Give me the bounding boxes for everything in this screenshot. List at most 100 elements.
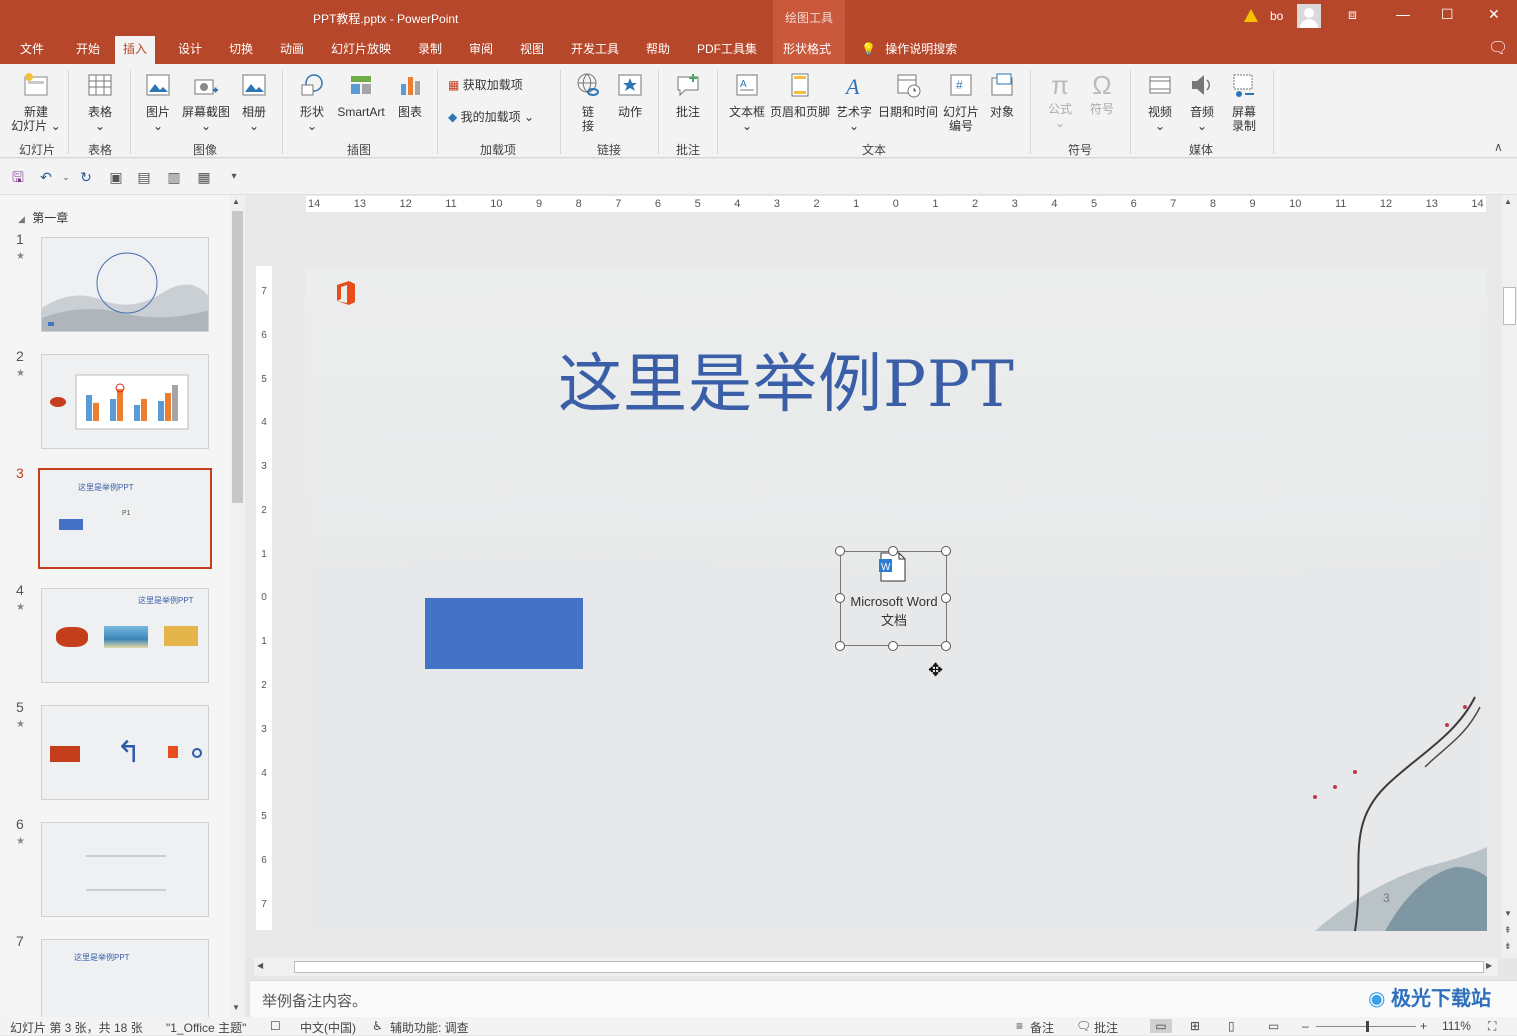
fit-to-window-icon[interactable]: ⛶ xyxy=(1488,1019,1496,1034)
zoom-out-icon[interactable]: – xyxy=(1302,1019,1309,1033)
accessibility-status[interactable]: 辅助功能: 调查 xyxy=(390,1019,469,1036)
video-button[interactable]: 视频 ⌄ xyxy=(1142,72,1178,133)
horizontal-scrollbar[interactable]: ◀ ▶ xyxy=(254,958,1498,976)
tab-file[interactable]: 文件 xyxy=(14,36,50,64)
ribbon-display-options-icon[interactable]: ⧈ xyxy=(1348,6,1357,23)
slide-number-button[interactable]: # 幻灯片 编号 xyxy=(940,72,982,133)
slide-thumbnail-1[interactable] xyxy=(41,237,209,332)
scroll-up-icon[interactable]: ▲ xyxy=(1504,197,1512,206)
action-button[interactable]: 动作 xyxy=(612,72,648,119)
equation-button[interactable]: π 公式 ⌄ xyxy=(1042,72,1078,130)
search-box[interactable]: 💡 操作说明搜索 xyxy=(855,36,963,64)
reading-view-icon[interactable]: ▯ xyxy=(1228,1019,1235,1033)
link-button[interactable]: 链 接 xyxy=(572,72,604,133)
scroll-left-icon[interactable]: ◀ xyxy=(257,961,263,970)
album-button[interactable]: 相册 ⌄ xyxy=(236,72,272,133)
slide-thumbnail-4[interactable]: 这里是举例PPT xyxy=(41,588,209,683)
scroll-thumb[interactable] xyxy=(1503,287,1516,325)
smartart-button[interactable]: SmartArt xyxy=(333,72,389,119)
spellcheck-icon[interactable]: ☐ xyxy=(270,1019,281,1033)
comment-button[interactable]: 批注 xyxy=(670,72,706,119)
resize-handle[interactable] xyxy=(888,641,898,651)
redo-icon[interactable]: ↻ xyxy=(78,169,94,185)
scroll-right-icon[interactable]: ▶ xyxy=(1486,961,1492,970)
tab-record[interactable]: 录制 xyxy=(412,36,448,64)
tab-shape-format[interactable]: 形状格式 xyxy=(773,36,845,64)
screenshot-button[interactable]: 屏幕截图 ⌄ xyxy=(180,72,232,133)
notes-pane[interactable]: 举例备注内容。 xyxy=(250,980,1517,1017)
textbox-button[interactable]: A 文本框 ⌄ xyxy=(726,72,768,133)
warning-icon[interactable] xyxy=(1244,9,1258,22)
resize-handle[interactable] xyxy=(835,641,845,651)
normal-view-icon[interactable]: ▭ xyxy=(1150,1019,1172,1033)
wordart-button[interactable]: A 艺术字 ⌄ xyxy=(834,72,874,133)
scroll-thumb[interactable] xyxy=(294,961,1484,973)
slideshow-view-icon[interactable]: ▭ xyxy=(1268,1019,1279,1033)
tab-insert[interactable]: 插入 xyxy=(115,36,156,64)
picture-button[interactable]: 图片 ⌄ xyxy=(140,72,176,133)
tab-pdf-tools[interactable]: PDF工具集 xyxy=(691,36,763,64)
resize-handle[interactable] xyxy=(835,546,845,556)
slide-scrollbar[interactable]: ▲ ▼ ⇞ ⇟ xyxy=(1502,195,1517,958)
customize-qat-icon[interactable]: ▾ xyxy=(226,169,242,185)
thumbnails-scrollbar[interactable]: ▲ ▼ xyxy=(230,195,245,1017)
blue-rectangle-shape[interactable] xyxy=(425,598,583,669)
avatar[interactable] xyxy=(1297,4,1321,28)
tab-view[interactable]: 视图 xyxy=(514,36,550,64)
tab-transitions[interactable]: 切换 xyxy=(223,36,259,64)
zoom-level[interactable]: 111% xyxy=(1442,1019,1471,1033)
slide-thumbnail-5[interactable]: ↰ xyxy=(41,705,209,800)
maximize-button[interactable]: ☐ xyxy=(1441,6,1454,23)
slide-counter[interactable]: 幻灯片 第 3 张，共 18 张 xyxy=(10,1019,143,1036)
slide-title[interactable]: 这里是举例PPT xyxy=(558,333,1015,425)
chevron-down-icon[interactable]: ⌄ xyxy=(58,169,74,185)
resize-handle[interactable] xyxy=(888,546,898,556)
collapse-ribbon-icon[interactable]: ∧ xyxy=(1494,140,1503,154)
new-slide-button[interactable]: 新建 幻灯片 ⌄ xyxy=(10,72,62,133)
resize-handle[interactable] xyxy=(941,641,951,651)
save-icon[interactable]: 🖫 xyxy=(10,169,26,185)
next-slide-icon[interactable]: ⇟ xyxy=(1504,941,1512,952)
datetime-button[interactable]: 日期和时间 xyxy=(876,72,940,119)
tab-home[interactable]: 开始 xyxy=(70,36,106,64)
slide-thumbnail-3-selected[interactable]: 这里是举例PPT P1 xyxy=(38,468,212,569)
header-footer-button[interactable]: 页眉和页脚 xyxy=(768,72,832,119)
undo-icon[interactable]: ↶ xyxy=(38,169,54,185)
scroll-thumb[interactable] xyxy=(232,211,243,503)
screen-record-button[interactable]: 屏幕 录制 xyxy=(1226,72,1262,133)
presenter-icon[interactable]: ▦ xyxy=(196,169,212,185)
notes-text[interactable]: 举例备注内容。 xyxy=(262,990,367,1011)
tab-slideshow[interactable]: 幻灯片放映 xyxy=(325,36,397,64)
tab-developer[interactable]: 开发工具 xyxy=(565,36,625,64)
comments-pane-icon[interactable]: 🗨 xyxy=(1482,36,1514,64)
notes-toggle[interactable]: 备注 xyxy=(1030,1019,1054,1036)
resize-handle[interactable] xyxy=(835,593,845,603)
slide-sorter-icon[interactable]: ⊞ xyxy=(1190,1019,1200,1033)
tab-animations[interactable]: 动画 xyxy=(274,36,310,64)
tab-help[interactable]: 帮助 xyxy=(640,36,676,64)
textbox-icon[interactable]: ▤ xyxy=(136,169,152,185)
shapes-button[interactable]: 形状 ⌄ xyxy=(294,72,330,133)
slide-thumbnail-2[interactable] xyxy=(41,354,209,449)
scroll-down-icon[interactable]: ▼ xyxy=(232,1003,240,1012)
get-addins-button[interactable]: ▦ 获取加载项 xyxy=(448,78,548,92)
zoom-slider-thumb[interactable] xyxy=(1366,1021,1369,1032)
scroll-down-icon[interactable]: ▼ xyxy=(1504,909,1512,918)
minimize-button[interactable]: — xyxy=(1396,6,1410,22)
chart-button[interactable]: 图表 xyxy=(392,72,428,119)
previous-slide-icon[interactable]: ⇞ xyxy=(1504,925,1512,936)
slide-thumbnail-6[interactable] xyxy=(41,822,209,917)
tab-review[interactable]: 审阅 xyxy=(463,36,499,64)
tab-design[interactable]: 设计 xyxy=(172,36,208,64)
close-button[interactable]: ✕ xyxy=(1488,6,1500,23)
slideshow-icon[interactable]: ▥ xyxy=(166,169,182,185)
symbol-button[interactable]: Ω 符号 xyxy=(1084,72,1120,116)
user-name[interactable]: bo xyxy=(1270,9,1283,23)
object-button[interactable]: 对象 xyxy=(984,72,1020,119)
slide-thumbnail-7[interactable]: 这里是举例PPT xyxy=(41,939,209,1017)
my-addins-button[interactable]: ◆ 我的加载项 ⌄ xyxy=(448,110,552,124)
present-from-start-icon[interactable]: ▣ xyxy=(108,169,124,185)
comments-toggle[interactable]: 批注 xyxy=(1094,1019,1118,1036)
language[interactable]: 中文(中国) xyxy=(300,1019,356,1036)
resize-handle[interactable] xyxy=(941,546,951,556)
